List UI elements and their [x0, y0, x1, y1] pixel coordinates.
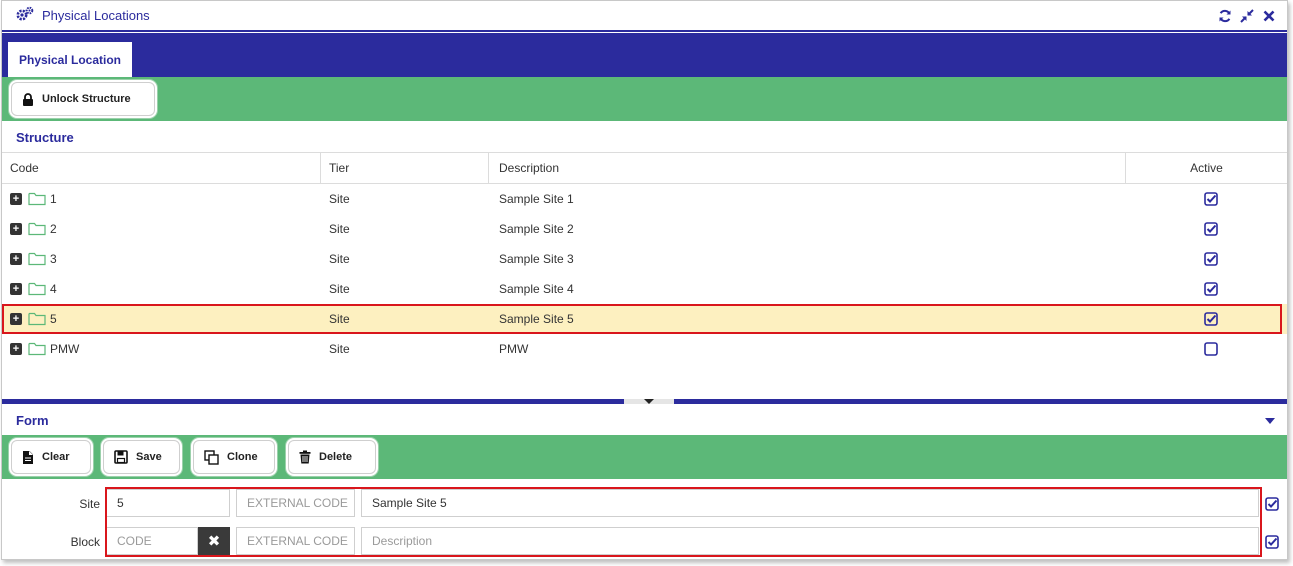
save-label: Save — [136, 451, 162, 463]
column-header-description[interactable]: Description — [489, 153, 1126, 184]
site-label: Site — [79, 497, 100, 511]
unlock-structure-label: Unlock Structure — [42, 93, 131, 105]
structure-heading: Structure — [16, 130, 74, 145]
save-icon — [114, 450, 128, 464]
splitter-grip[interactable] — [624, 399, 674, 404]
row-description: Sample Site 2 — [499, 222, 574, 236]
row-description: PMW — [499, 342, 529, 356]
structure-toolbar: Unlock Structure — [2, 77, 1287, 121]
expand-icon[interactable]: + — [10, 313, 22, 325]
pane-splitter[interactable] — [2, 399, 1287, 404]
row-description: Sample Site 3 — [499, 252, 574, 266]
expand-icon[interactable]: + — [10, 253, 22, 265]
folder-icon — [28, 341, 46, 359]
folder-icon — [28, 251, 46, 269]
clear-button[interactable]: Clear — [11, 440, 91, 474]
site-active-checkbox[interactable] — [1265, 497, 1279, 511]
clone-label: Clone — [227, 451, 258, 463]
delete-button[interactable]: Delete — [288, 440, 376, 474]
tab-strip: Physical Location — [2, 33, 1287, 77]
row-tier: Site — [329, 282, 350, 296]
gears-icon — [16, 6, 34, 25]
block-description-input[interactable] — [361, 527, 1259, 555]
row-description: Sample Site 4 — [499, 282, 574, 296]
row-code: 1 — [50, 192, 57, 206]
form-toolbar: Clear Save Clone Delete — [2, 435, 1287, 479]
row-description: Sample Site 1 — [499, 192, 574, 206]
form-heading: Form — [16, 413, 49, 428]
active-checkbox-checked[interactable] — [1204, 282, 1218, 296]
row-description: Sample Site 5 — [499, 312, 574, 326]
delete-label: Delete — [319, 451, 353, 463]
folder-icon — [28, 221, 46, 239]
expand-icon[interactable]: + — [10, 193, 22, 205]
refresh-icon[interactable] — [1217, 8, 1233, 24]
expand-icon[interactable]: + — [10, 223, 22, 235]
block-label: Block — [70, 535, 100, 549]
physical-locations-window: Physical Locations Physical Location Unl… — [1, 0, 1288, 560]
table-row[interactable]: + 1 Site Sample Site 1 — [2, 184, 1287, 214]
row-code: PMW — [50, 342, 80, 356]
row-tier: Site — [329, 192, 350, 206]
expand-icon[interactable]: + — [10, 283, 22, 295]
close-icon[interactable] — [1261, 8, 1277, 24]
active-checkbox-checked[interactable] — [1204, 252, 1218, 266]
block-active-checkbox[interactable] — [1265, 535, 1279, 549]
window-title: Physical Locations — [42, 8, 150, 23]
folder-icon — [28, 281, 46, 299]
trash-icon — [299, 450, 311, 464]
active-checkbox-checked[interactable] — [1204, 312, 1218, 326]
block-external-code-input[interactable] — [236, 527, 355, 555]
expand-icon[interactable]: + — [10, 343, 22, 355]
form-collapse-icon[interactable] — [1265, 418, 1275, 424]
structure-grid: Code Tier Description Active + 1 Site Sa… — [2, 152, 1287, 364]
site-code-input[interactable] — [106, 489, 230, 517]
active-checkbox-checked[interactable] — [1204, 192, 1218, 206]
table-row[interactable]: + PMW Site PMW — [2, 334, 1287, 364]
row-tier: Site — [329, 222, 350, 236]
unlock-structure-button[interactable]: Unlock Structure — [11, 82, 155, 116]
table-row[interactable]: + 3 Site Sample Site 3 — [2, 244, 1287, 274]
clear-code-icon[interactable]: ✖ — [198, 527, 230, 555]
column-header-active[interactable]: Active — [1126, 153, 1287, 184]
site-description-input[interactable] — [361, 489, 1259, 517]
folder-icon — [28, 191, 46, 209]
table-row[interactable]: + 2 Site Sample Site 2 — [2, 214, 1287, 244]
row-tier: Site — [329, 312, 350, 326]
row-code: 3 — [50, 252, 57, 266]
column-header-code[interactable]: Code — [2, 153, 321, 184]
active-checkbox-unchecked[interactable] — [1204, 342, 1218, 356]
copy-icon — [204, 449, 219, 465]
row-code: 4 — [50, 282, 57, 296]
title-tools — [1217, 8, 1277, 24]
document-icon — [23, 450, 33, 464]
clone-button[interactable]: Clone — [193, 440, 275, 474]
grid-header: Code Tier Description Active — [2, 152, 1287, 184]
title-bar: Physical Locations — [2, 1, 1287, 32]
table-row-selected[interactable]: + 5 Site Sample Site 5 — [2, 304, 1287, 334]
lock-icon — [23, 92, 33, 106]
folder-icon — [28, 311, 46, 329]
column-header-tier[interactable]: Tier — [321, 153, 489, 184]
clear-label: Clear — [42, 451, 70, 463]
save-button[interactable]: Save — [103, 440, 180, 474]
active-checkbox-checked[interactable] — [1204, 222, 1218, 236]
row-code: 2 — [50, 222, 57, 236]
tab-physical-location[interactable]: Physical Location — [8, 42, 132, 77]
row-code: 5 — [50, 312, 57, 326]
table-row[interactable]: + 4 Site Sample Site 4 — [2, 274, 1287, 304]
row-tier: Site — [329, 342, 350, 356]
collapse-icon[interactable] — [1239, 8, 1255, 24]
site-external-code-input[interactable] — [236, 489, 355, 517]
block-code-input[interactable] — [106, 527, 198, 555]
row-tier: Site — [329, 252, 350, 266]
